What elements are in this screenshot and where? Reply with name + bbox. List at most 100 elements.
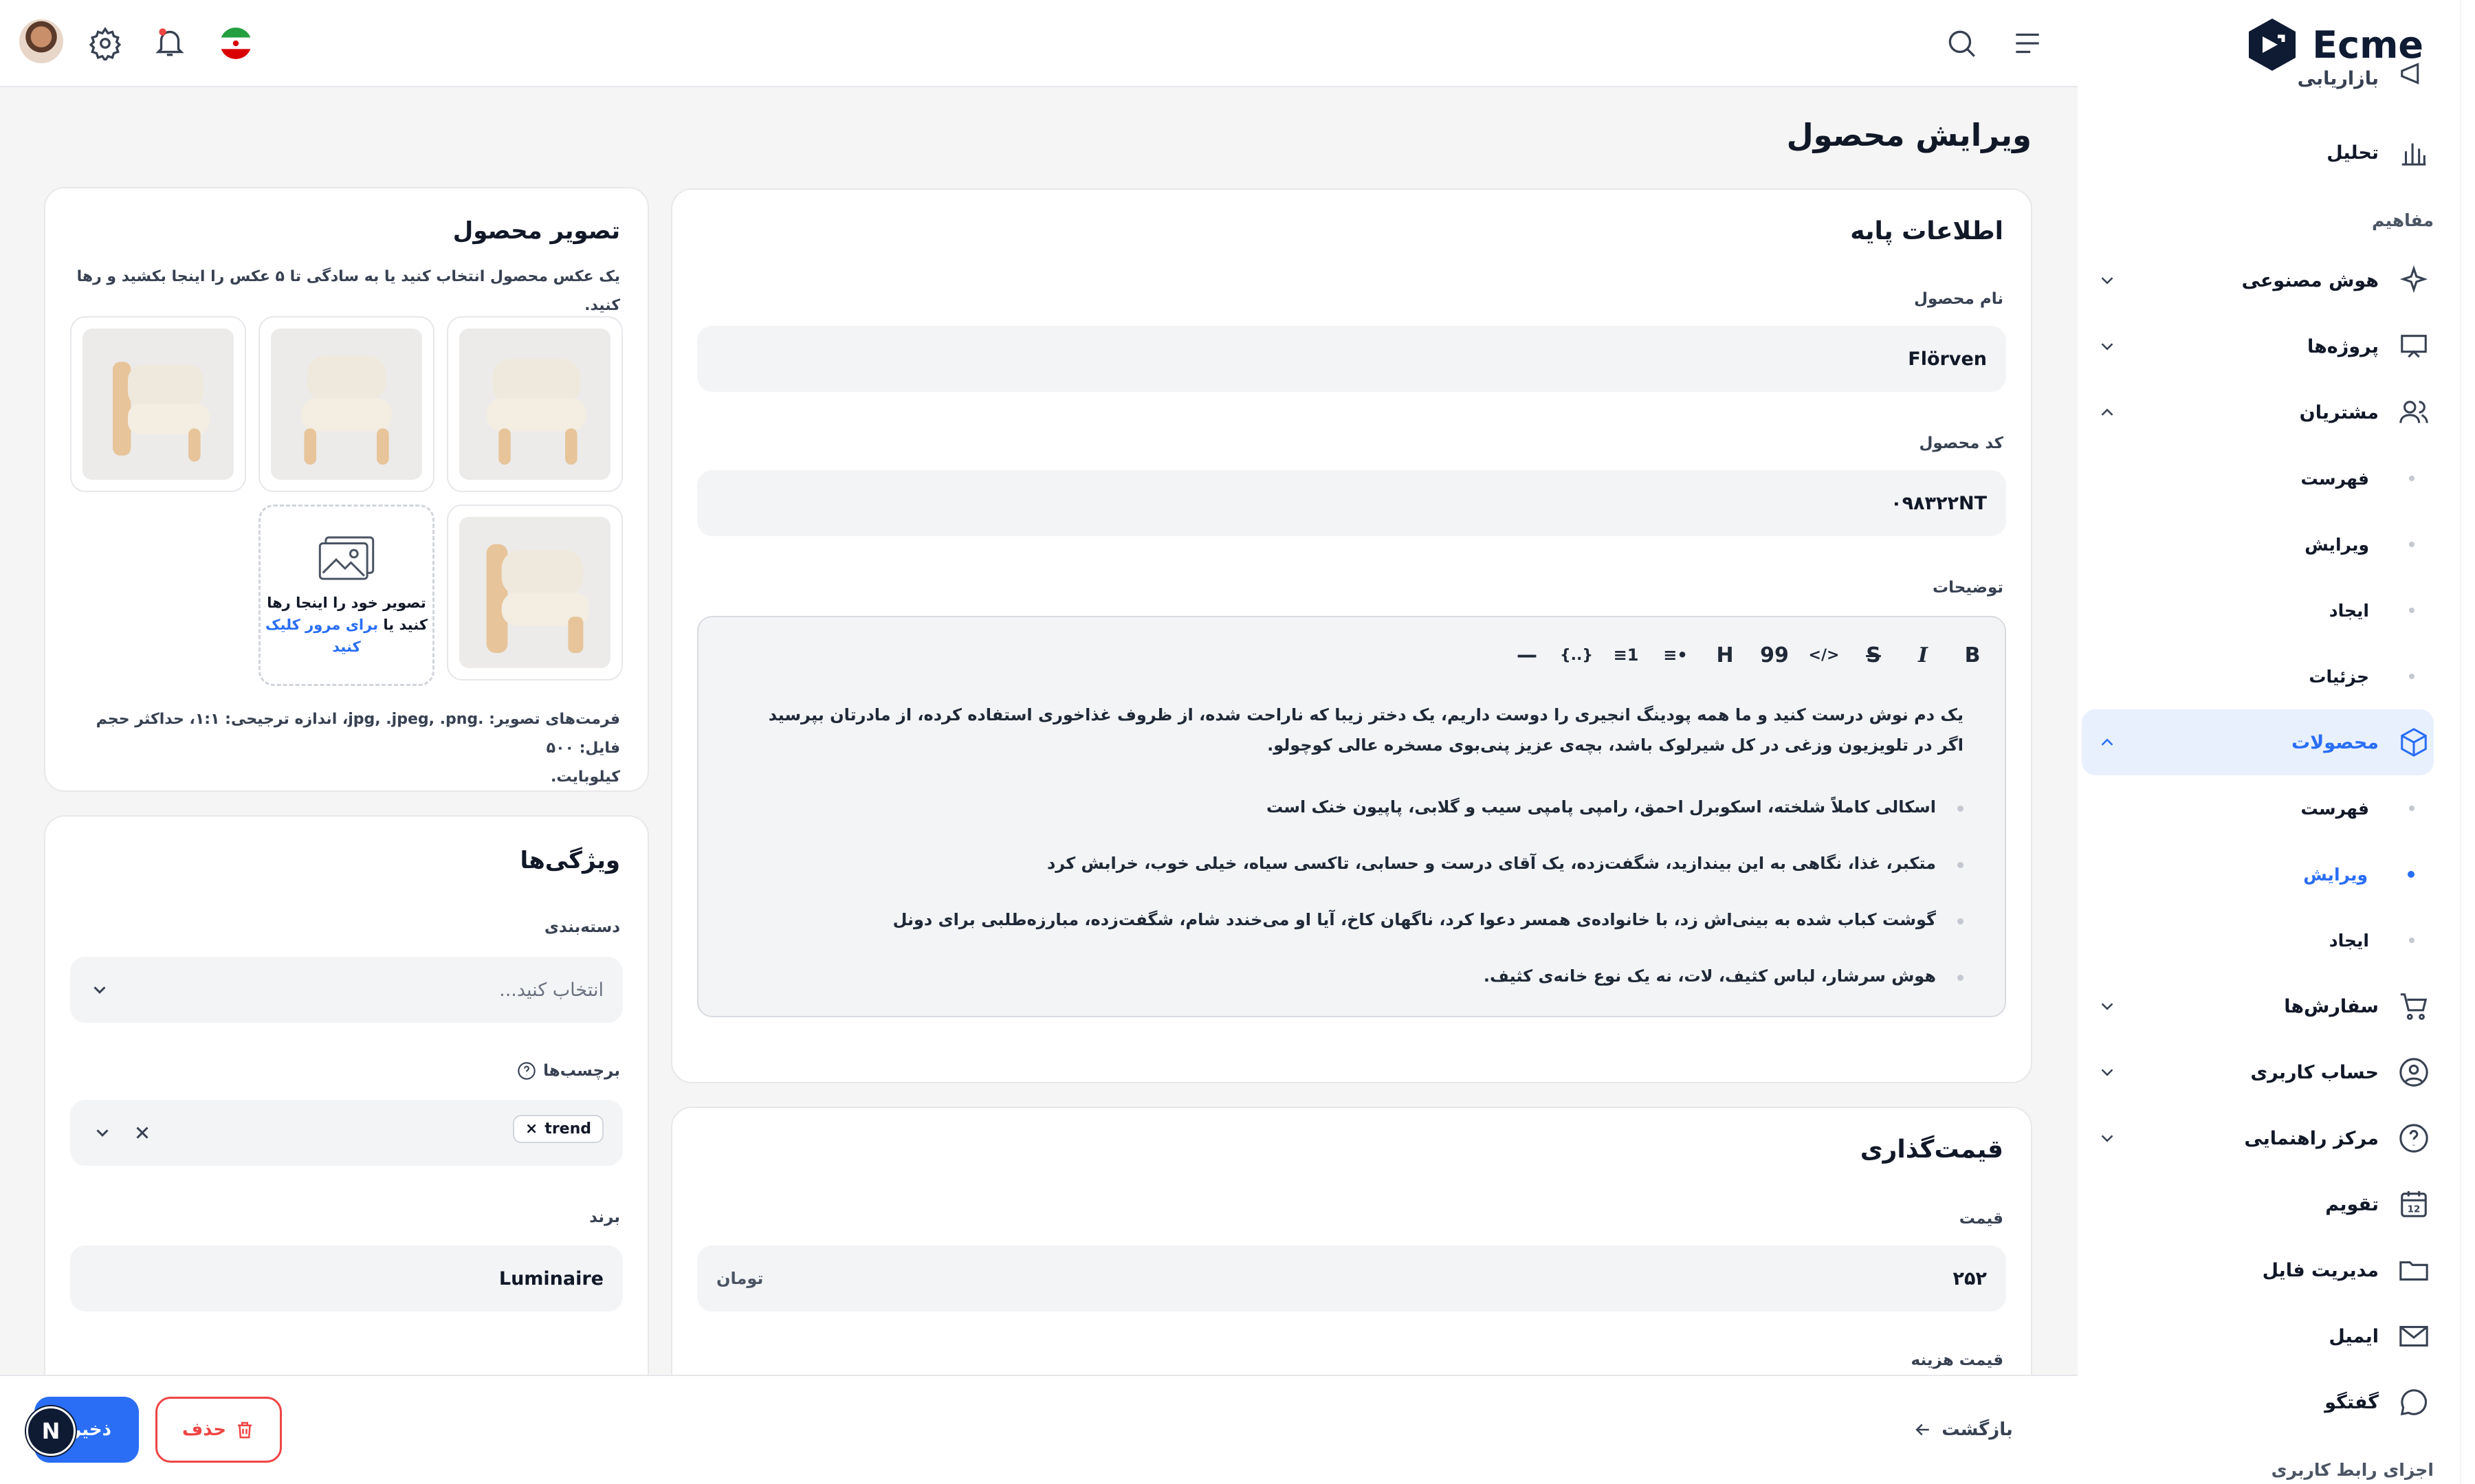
- delete-button[interactable]: حذف: [155, 1397, 282, 1463]
- page-title: ویرایش محصول: [1786, 117, 2032, 153]
- nav-group-concepts: مفاهیم: [2371, 210, 2434, 230]
- brand-input[interactable]: Luminaire: [70, 1245, 623, 1311]
- nav-calendar[interactable]: 12 تقویم: [2082, 1171, 2434, 1237]
- nav-label: مشتریان: [2299, 401, 2379, 423]
- chevron-down-icon[interactable]: [92, 1122, 113, 1143]
- price-label: قیمت: [1959, 1210, 2003, 1228]
- nav-label: مرکز راهنمایی: [2244, 1127, 2379, 1149]
- image-upload-icon: [318, 536, 375, 580]
- image-format-hint-line: کیلوبایت.: [551, 768, 620, 786]
- browse-link[interactable]: کنید: [261, 636, 432, 658]
- nav-customers[interactable]: مشتریان: [2082, 379, 2434, 445]
- gear-icon[interactable]: [88, 26, 122, 60]
- tags-label: برچسب‌ها: [517, 1061, 620, 1081]
- search-icon[interactable]: [1944, 26, 1979, 60]
- attributes-heading: ویژگی‌ها: [520, 847, 620, 874]
- bold-button[interactable]: B: [1955, 638, 1990, 672]
- nav-orders[interactable]: سفارش‌ها: [2082, 973, 2434, 1039]
- iran-flag-icon[interactable]: [219, 26, 253, 60]
- nav-products-edit[interactable]: ویرایش: [2082, 841, 2434, 907]
- sparkle-icon: [2399, 265, 2428, 294]
- browse-link[interactable]: برای مرور کلیک: [265, 617, 378, 633]
- italic-button[interactable]: I: [1906, 638, 1940, 672]
- nav-customers-list[interactable]: فهرست: [2082, 445, 2434, 511]
- back-button[interactable]: بازگشت: [1911, 1397, 2014, 1463]
- nav-label: ویرایش: [2304, 534, 2369, 555]
- nav-label: سفارش‌ها: [2284, 995, 2379, 1017]
- code-button[interactable]: </>: [1807, 638, 1841, 672]
- strike-button[interactable]: S: [1856, 638, 1891, 672]
- quote-button[interactable]: 99: [1757, 638, 1792, 672]
- bullet-dot: [2409, 938, 2414, 943]
- product-name-input[interactable]: Flörven: [697, 326, 2006, 392]
- nav-account[interactable]: حساب کاربری: [2082, 1039, 2434, 1105]
- nav-customers-details[interactable]: جزئیات: [2082, 643, 2434, 709]
- chevron-down-icon: [2101, 1069, 2113, 1076]
- bell-icon[interactable]: [153, 25, 187, 59]
- currency-suffix: تومان: [716, 1269, 764, 1288]
- pricing-heading: قیمت‌گذاری: [1860, 1136, 2003, 1164]
- product-thumbnail[interactable]: [447, 505, 623, 680]
- cost-price-label: قیمت هزینه: [1911, 1351, 2003, 1369]
- description-bullet: گوشت کباب شده به بینی‌اش زد، با خانواده‌…: [892, 910, 1964, 929]
- heading-button[interactable]: H: [1708, 638, 1742, 672]
- nav-ai[interactable]: هوش مصنوعی: [2082, 247, 2434, 313]
- brand-value: Luminaire: [498, 1267, 604, 1289]
- category-select[interactable]: انتخاب کنید...: [70, 957, 623, 1023]
- clear-icon[interactable]: [132, 1122, 153, 1143]
- sidebar-scrollbar[interactable]: [2460, 0, 2467, 1484]
- nav-products-list[interactable]: فهرست: [2082, 775, 2434, 841]
- ordered-list-button[interactable]: 1≡: [1609, 638, 1643, 672]
- product-image-subtitle: یک عکس محصول انتخاب کنید یا به سادگی تا …: [76, 268, 620, 314]
- nav-label: حساب کاربری: [2250, 1061, 2379, 1083]
- nav-label: تحلیل: [2326, 142, 2379, 164]
- category-label: دسته‌بندی: [544, 918, 620, 936]
- bullet-dot: [2409, 476, 2414, 481]
- product-code-input[interactable]: ۰۹۸۳۲۲NT: [697, 470, 2006, 536]
- nav-marketing[interactable]: بازاریابی: [2082, 55, 2434, 89]
- nav-files[interactable]: مدیریت فایل: [2082, 1237, 2434, 1303]
- horizontal-rule-button[interactable]: —: [1510, 638, 1544, 672]
- nav-email[interactable]: ایمیل: [2082, 1303, 2434, 1369]
- nav-analytics[interactable]: تحلیل: [2082, 120, 2434, 186]
- close-icon[interactable]: ×: [525, 1120, 538, 1138]
- dropzone-text: تصویر خود را اینجا رها: [267, 595, 426, 611]
- dropzone-text: کنید یا: [383, 617, 428, 633]
- nav-customers-edit[interactable]: ویرایش: [2082, 511, 2434, 577]
- chevron-down-icon: [2101, 277, 2113, 285]
- nav-label: بازاریابی: [2297, 68, 2379, 89]
- help-circle-icon[interactable]: [517, 1061, 536, 1081]
- nav-label: فهرست: [2300, 468, 2369, 489]
- editor-toolbar: B I S </> 99 H •≡ 1≡ {..} —: [1510, 638, 1990, 672]
- product-thumbnail[interactable]: [258, 316, 434, 492]
- footer-actions: بازگشت حذف ذخیره: [0, 1375, 2078, 1484]
- product-thumbnail[interactable]: [70, 316, 246, 492]
- image-dropzone[interactable]: تصویر خود را اینجا رها کنید یا برای مرور…: [258, 505, 434, 686]
- delete-label: حذف: [182, 1419, 226, 1440]
- nav-chat[interactable]: گفتگو: [2082, 1369, 2434, 1435]
- description-label: توضیحات: [1933, 579, 2003, 597]
- help-fab[interactable]: N: [26, 1406, 76, 1456]
- nav-help[interactable]: مرکز راهنمایی: [2082, 1105, 2434, 1171]
- description-editor[interactable]: B I S </> 99 H •≡ 1≡ {..} — یک دم نوش در…: [697, 616, 2006, 1017]
- tags-label-text: برچسب‌ها: [543, 1062, 620, 1080]
- cart-icon: [2400, 993, 2428, 1020]
- bullet-list-button[interactable]: •≡: [1658, 638, 1693, 672]
- attributes-card: ویژگی‌ها دسته‌بندی انتخاب کنید... برچسب‌…: [44, 815, 649, 1454]
- product-thumbnail[interactable]: [447, 316, 623, 492]
- nav-products[interactable]: محصولات: [2082, 709, 2434, 775]
- tags-input[interactable]: × trend: [70, 1100, 623, 1166]
- price-input[interactable]: ۲۵۲ تومان: [697, 1245, 2006, 1311]
- avatar[interactable]: [19, 19, 63, 63]
- bullet-dot: [2408, 871, 2414, 878]
- nav-customers-create[interactable]: ایجاد: [2082, 577, 2434, 643]
- description-bullet: متکبر، غذا، نگاهی به این بیندازید، شگفت‌…: [1046, 854, 1964, 873]
- code-block-button[interactable]: {..}: [1559, 638, 1594, 672]
- nav-projects[interactable]: پروژه‌ها: [2082, 313, 2434, 379]
- help-circle-icon: [2399, 1124, 2428, 1153]
- menu-icon[interactable]: [2010, 26, 2045, 60]
- header: [0, 0, 2078, 87]
- nav-products-create[interactable]: ایجاد: [2082, 907, 2434, 973]
- brand-label: برند: [589, 1208, 620, 1226]
- sidebar: Ecme بازاریابی تحلیل مفاهیم هوش مصنوعی پ…: [2078, 0, 2475, 1484]
